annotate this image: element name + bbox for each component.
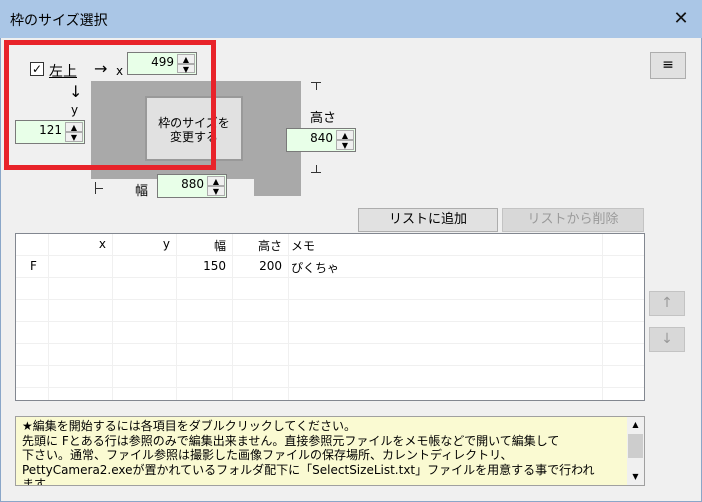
list-header: x y 幅 高さ メモ bbox=[16, 234, 644, 256]
height-value: 840 bbox=[310, 131, 333, 145]
info-line: ます。 bbox=[22, 477, 57, 486]
col-header-x[interactable]: x bbox=[99, 237, 106, 251]
menu-button[interactable]: ≡ bbox=[650, 52, 686, 79]
height-spinner-arrows[interactable]: ▲ ▼ bbox=[336, 130, 354, 150]
row-width: 150 bbox=[203, 259, 226, 273]
height-top-tick-stem bbox=[316, 82, 317, 90]
spin-up-icon[interactable]: ▲ bbox=[336, 130, 354, 140]
info-scrollbar[interactable]: ▲ ▼ bbox=[627, 417, 644, 485]
height-spinner[interactable]: 840 ▲ ▼ bbox=[286, 128, 356, 152]
scroll-up-icon[interactable]: ▲ bbox=[627, 417, 644, 433]
col-header-y[interactable]: y bbox=[163, 237, 170, 251]
info-line: 下さい。通常、ファイル参照は撮影した画像ファイルの保存場所、カレントディレクトリ… bbox=[22, 448, 513, 462]
height-label: 高さ bbox=[310, 111, 337, 126]
col-header-height[interactable]: 高さ bbox=[258, 237, 282, 254]
info-text: ★編集を開始するには各項目をダブルクリックしてください。 先頭に Fとある行は参… bbox=[22, 419, 620, 486]
scroll-down-icon[interactable]: ▼ bbox=[627, 469, 644, 485]
row-height: 200 bbox=[259, 259, 282, 273]
spin-down-icon[interactable]: ▼ bbox=[336, 140, 354, 150]
info-textbox[interactable]: ★編集を開始するには各項目をダブルクリックしてください。 先頭に Fとある行は参… bbox=[15, 416, 645, 486]
height-bottom-tick-stem bbox=[316, 165, 317, 172]
width-spinner-arrows[interactable]: ▲ ▼ bbox=[207, 176, 225, 196]
add-to-list-button[interactable]: リストに追加 bbox=[358, 208, 498, 232]
empty-row bbox=[16, 300, 644, 322]
spin-down-icon[interactable]: ▼ bbox=[207, 186, 225, 196]
move-down-button[interactable]: ↓ bbox=[649, 327, 685, 352]
col-header-memo[interactable]: メモ bbox=[291, 237, 315, 254]
width-label: 幅 bbox=[135, 184, 149, 199]
info-line: ★編集を開始するには各項目をダブルクリックしてください。 bbox=[22, 419, 357, 433]
row-flag: F bbox=[30, 259, 37, 273]
empty-row bbox=[16, 278, 644, 300]
info-line: PettyCamera2.exeが置かれているフォルダ配下に「SelectSiz… bbox=[22, 462, 595, 477]
close-icon[interactable]: ✕ bbox=[664, 3, 698, 35]
frame-preview-strip bbox=[254, 179, 301, 196]
width-left-tick-foot bbox=[95, 188, 103, 189]
move-up-button[interactable]: ↑ bbox=[649, 291, 685, 316]
empty-row bbox=[16, 344, 644, 366]
remove-from-list-button[interactable]: リストから削除 bbox=[502, 208, 644, 232]
scroll-thumb[interactable] bbox=[628, 434, 643, 458]
info-line: 先頭に Fとある行は参照のみで編集出来ません。直接参照元ファイルをメモ帳などで開… bbox=[22, 433, 560, 448]
height-bottom-tick bbox=[311, 172, 321, 173]
size-list[interactable]: x y 幅 高さ メモ F 150 200 ぴくちゃ bbox=[15, 233, 645, 401]
width-value: 880 bbox=[181, 177, 204, 191]
table-row[interactable]: F 150 200 ぴくちゃ bbox=[16, 256, 644, 278]
empty-row bbox=[16, 366, 644, 388]
row-memo: ぴくちゃ bbox=[291, 261, 340, 275]
empty-row bbox=[16, 322, 644, 344]
window-title: 枠のサイズ選択 bbox=[10, 13, 108, 29]
highlight-frame bbox=[4, 40, 216, 170]
width-spinner[interactable]: 880 ▲ ▼ bbox=[157, 174, 227, 198]
col-header-width[interactable]: 幅 bbox=[214, 237, 226, 254]
spin-up-icon[interactable]: ▲ bbox=[207, 176, 225, 186]
